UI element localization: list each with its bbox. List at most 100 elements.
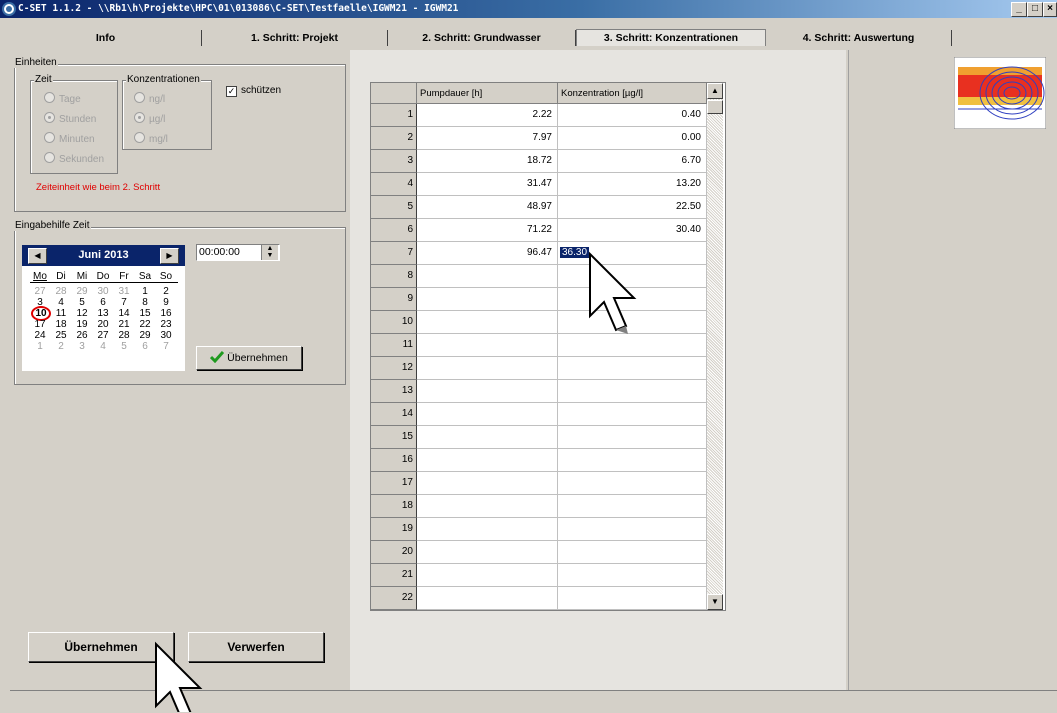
calendar-day[interactable]: 4 [93,341,113,352]
calendar-day[interactable]: 6 [93,297,113,308]
col-header-concentration[interactable]: Konzentration [µg/l] [558,83,707,104]
row-header[interactable]: 16 [371,449,417,472]
cell-concentration[interactable]: 6.70 [558,150,707,173]
row-header[interactable]: 8 [371,265,417,288]
cell-concentration[interactable] [558,380,707,403]
concentration-grid[interactable]: Pumpdauer [h] Konzentration [µg/l] 1 2.22… [370,82,726,611]
tab-info[interactable]: Info [10,30,202,46]
calendar-day[interactable]: 30 [93,286,113,297]
radio-hours[interactable]: Stunden [44,112,96,125]
next-month-button[interactable]: ▶ [160,248,179,264]
radio-minutes[interactable]: Minuten [44,132,95,145]
calendar-day[interactable]: 5 [114,341,134,352]
calendar-day[interactable]: 28 [114,330,134,341]
tab-step2-groundwater[interactable]: 2. Schritt: Grundwasser [388,30,576,46]
radio-ug-l[interactable]: µg/l [134,112,165,125]
radio-mg-l[interactable]: mg/l [134,132,168,145]
cell-duration[interactable]: 48.97 [417,196,558,219]
calendar-day[interactable]: 6 [135,341,155,352]
calendar-day[interactable]: 27 [93,330,113,341]
calendar-day[interactable]: 30 [156,330,176,341]
protect-checkbox[interactable]: ✓ schützen [226,85,281,97]
col-header-duration[interactable]: Pumpdauer [h] [417,83,558,104]
radio-ng-l[interactable]: ng/l [134,92,165,105]
row-header[interactable]: 10 [371,311,417,334]
cell-duration[interactable]: 31.47 [417,173,558,196]
row-header[interactable]: 1 [371,104,417,127]
row-header[interactable]: 2 [371,127,417,150]
row-header[interactable]: 4 [371,173,417,196]
scroll-thumb[interactable] [707,100,723,114]
scroll-up-button[interactable]: ▲ [707,83,723,99]
row-header[interactable]: 19 [371,518,417,541]
cell-duration[interactable] [417,495,558,518]
minimize-button[interactable]: _ [1011,2,1027,17]
calendar-day[interactable]: 31 [114,286,134,297]
calendar-day[interactable]: 29 [135,330,155,341]
calendar-day[interactable]: 7 [156,341,176,352]
time-input[interactable]: 00:00:00 ▲ ▼ [196,244,280,261]
cell-concentration[interactable] [558,495,707,518]
calendar-day[interactable]: 7 [114,297,134,308]
calendar-day[interactable]: 17 [30,319,50,330]
calendar-day[interactable]: 21 [114,319,134,330]
calendar-day[interactable]: 27 [30,286,50,297]
calendar-day[interactable]: 22 [135,319,155,330]
tab-step3-concentrations[interactable]: 3. Schritt: Konzentrationen [576,29,766,46]
calendar-day[interactable]: 11 [51,308,71,319]
cell-edit-selection[interactable]: 36.30 [560,247,590,258]
cell-duration[interactable] [417,380,558,403]
calendar-day[interactable]: 4 [51,297,71,308]
row-header[interactable]: 15 [371,426,417,449]
calendar-apply-button[interactable]: Übernehmen [196,346,302,370]
row-header[interactable]: 12 [371,357,417,380]
calendar-day[interactable]: 24 [30,330,50,341]
cell-concentration[interactable] [558,403,707,426]
row-header[interactable]: 13 [371,380,417,403]
calendar-day[interactable]: 1 [30,341,50,352]
cell-duration[interactable] [417,265,558,288]
cell-concentration[interactable] [558,541,707,564]
cell-duration[interactable] [417,449,558,472]
calendar-day[interactable]: 14 [114,308,134,319]
row-header[interactable]: 3 [371,150,417,173]
calendar-day[interactable]: 23 [156,319,176,330]
calendar-day[interactable]: 20 [93,319,113,330]
calendar-day[interactable]: 3 [72,341,92,352]
row-header[interactable]: 14 [371,403,417,426]
calendar-day[interactable]: 2 [51,341,71,352]
cell-concentration[interactable] [558,449,707,472]
row-header[interactable]: 6 [371,219,417,242]
cell-concentration[interactable]: 0.40 [558,104,707,127]
calendar-day[interactable]: 19 [72,319,92,330]
cell-concentration[interactable] [558,357,707,380]
cell-duration[interactable]: 71.22 [417,219,558,242]
calendar-day[interactable]: 9 [156,297,176,308]
calendar-day[interactable]: 26 [72,330,92,341]
calendar-day[interactable]: 25 [51,330,71,341]
row-header[interactable]: 22 [371,587,417,610]
cell-duration[interactable] [417,403,558,426]
calendar-day[interactable]: 12 [72,308,92,319]
cell-duration[interactable] [417,311,558,334]
radio-seconds[interactable]: Sekunden [44,152,104,165]
tab-step4-evaluation[interactable]: 4. Schritt: Auswertung [766,30,952,46]
cell-duration[interactable] [417,334,558,357]
scroll-down-button[interactable]: ▼ [707,594,723,610]
calendar-day[interactable]: 18 [51,319,71,330]
tab-step1-project[interactable]: 1. Schritt: Projekt [202,30,388,46]
cell-duration[interactable] [417,587,558,610]
grid-scrollbar[interactable]: ▲ ▼ [707,83,723,610]
calendar-day[interactable]: 16 [156,308,176,319]
cell-duration[interactable] [417,288,558,311]
calendar-day[interactable]: 1 [135,286,155,297]
cell-duration[interactable] [417,357,558,380]
cell-concentration[interactable]: 13.20 [558,173,707,196]
cell-duration[interactable] [417,518,558,541]
cell-duration[interactable]: 18.72 [417,150,558,173]
time-spinner[interactable]: ▲ ▼ [261,245,278,260]
cell-concentration[interactable] [558,426,707,449]
month-calendar[interactable]: ◀ Juni 2013 ▶ Mo Di Mi Do Fr Sa So 27 28 2… [22,245,185,371]
calendar-day[interactable]: 5 [72,297,92,308]
calendar-day[interactable]: 15 [135,308,155,319]
